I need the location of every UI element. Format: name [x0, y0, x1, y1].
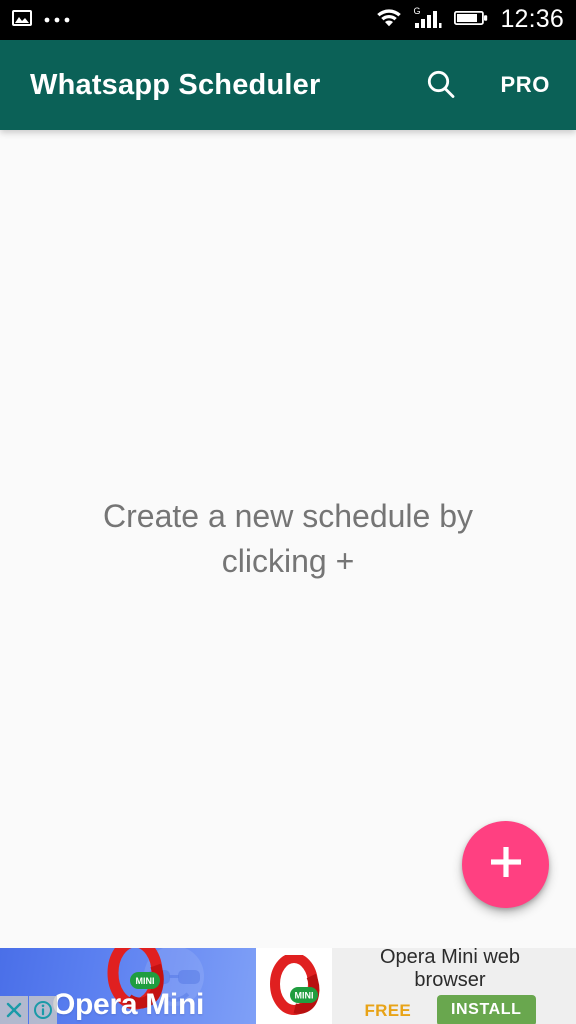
- wifi-icon: [376, 8, 402, 33]
- empty-state-message: Create a new schedule by clicking +: [103, 497, 473, 579]
- opera-mini-app-icon: MINI: [261, 953, 327, 1019]
- more-notifications-icon: [44, 11, 70, 29]
- ad-banner[interactable]: MINI Opera Mini MINI Opera Mini web brow…: [0, 948, 576, 1024]
- app-bar-actions: PRO: [423, 67, 550, 103]
- ad-cta-row: FREE INSTALL: [364, 995, 536, 1024]
- ad-body[interactable]: Opera Mini web browser FREE INSTALL: [332, 948, 576, 1024]
- ad-headline: Opera Mini web browser: [379, 948, 521, 991]
- add-schedule-fab[interactable]: [462, 821, 549, 908]
- svg-text:MINI: MINI: [136, 976, 155, 986]
- app-bar: Whatsapp Scheduler PRO: [0, 40, 576, 130]
- ad-creative[interactable]: MINI Opera Mini: [0, 948, 256, 1024]
- network-type-label: G: [413, 6, 421, 16]
- close-icon[interactable]: [0, 996, 28, 1024]
- svg-text:MINI: MINI: [295, 991, 314, 1001]
- status-bar-clock: 12:36: [500, 4, 564, 33]
- phone-screen: G 12:36 Whatsapp Scheduler PRO Create a …: [0, 0, 576, 1024]
- signal-icon: G: [413, 6, 442, 30]
- page-title: Whatsapp Scheduler: [30, 68, 321, 101]
- status-bar-notifications: [12, 8, 70, 33]
- plus-icon: [484, 840, 528, 889]
- image-icon: [12, 8, 32, 33]
- ad-app-icon-container: MINI: [256, 948, 332, 1024]
- install-button[interactable]: INSTALL: [436, 995, 536, 1024]
- ad-creative-title: Opera Mini: [52, 988, 205, 1021]
- status-bar: G 12:36: [0, 0, 576, 40]
- pro-button[interactable]: PRO: [501, 72, 550, 98]
- battery-icon: [454, 9, 488, 32]
- ad-price-label: FREE: [364, 1000, 411, 1020]
- info-icon[interactable]: [29, 996, 57, 1024]
- search-icon[interactable]: [423, 67, 459, 103]
- status-bar-system-icons: G 12:36: [376, 4, 564, 34]
